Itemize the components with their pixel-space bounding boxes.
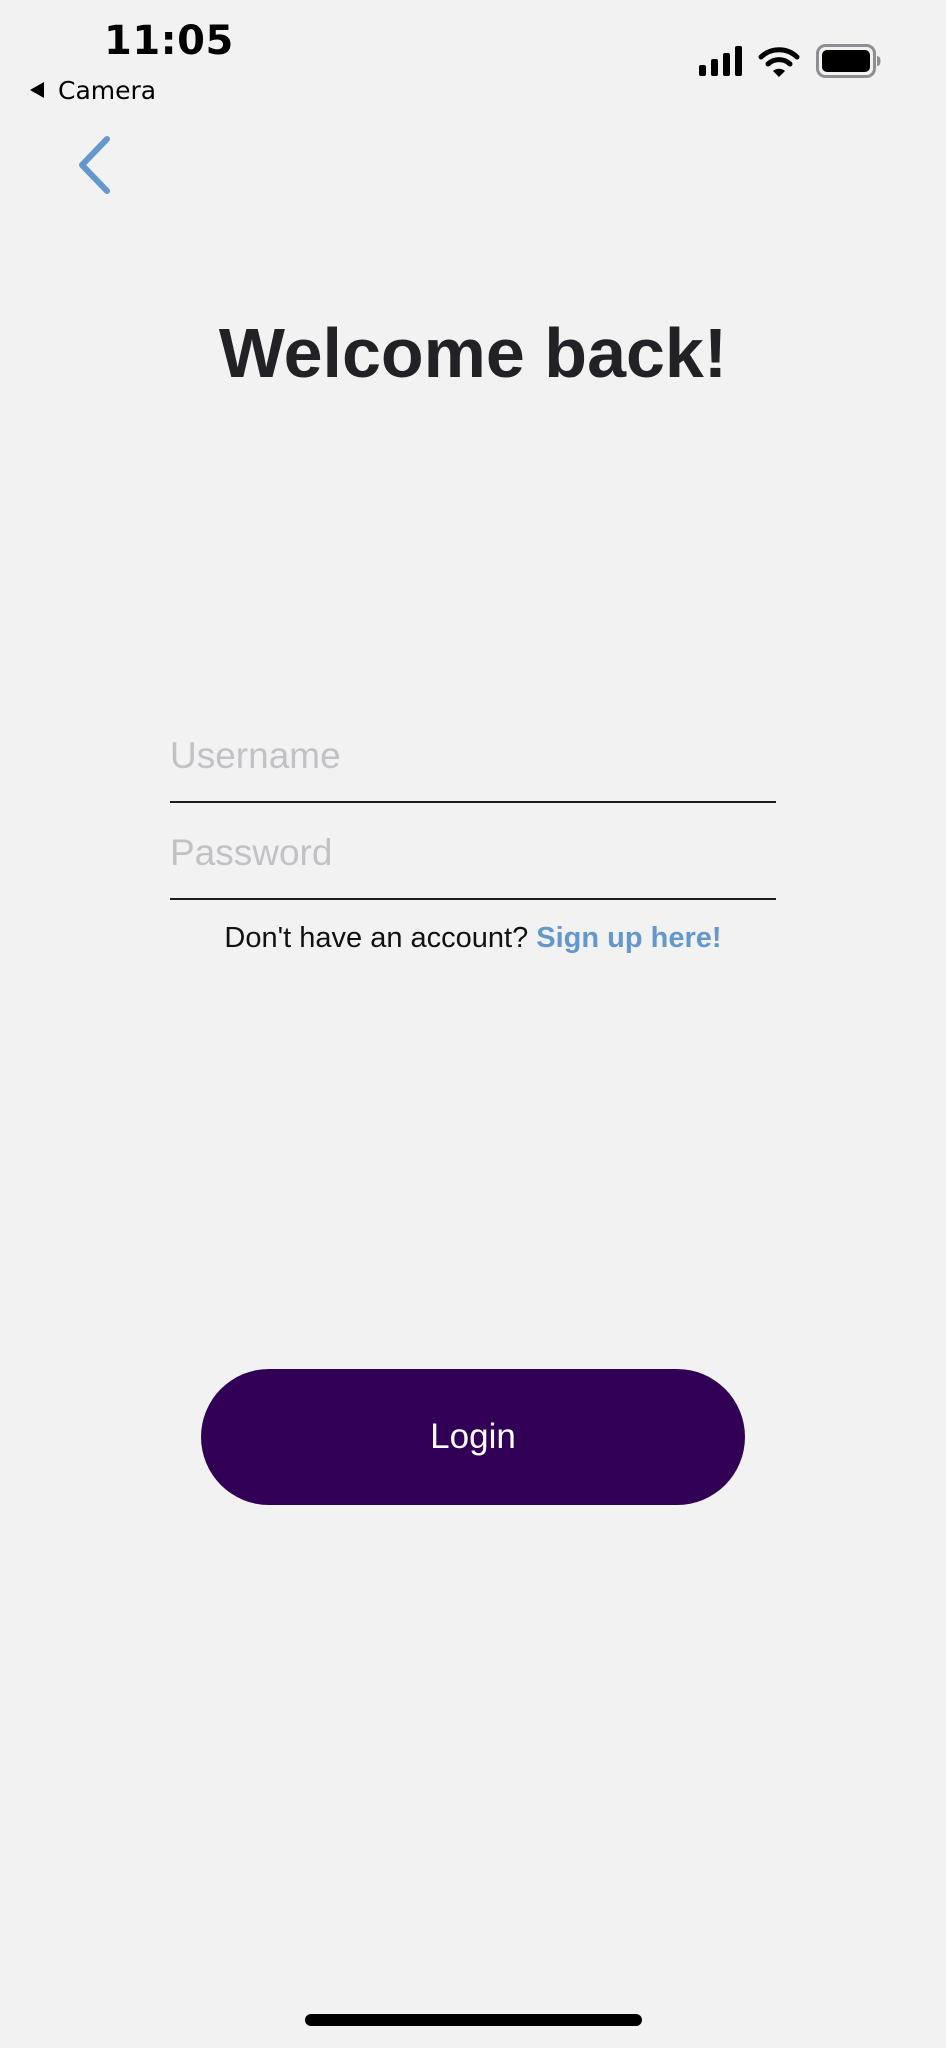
- wifi-icon: [758, 47, 800, 77]
- status-time: 11:05: [104, 18, 234, 64]
- username-field: [170, 725, 776, 803]
- back-to-app-link[interactable]: Camera: [30, 74, 156, 106]
- back-app-label: Camera: [58, 75, 157, 105]
- battery-icon: [816, 44, 881, 78]
- cellular-signal-icon: [699, 46, 742, 76]
- signup-link[interactable]: Sign up here!: [536, 922, 721, 954]
- home-indicator[interactable]: [305, 2014, 642, 2026]
- login-button[interactable]: Login: [201, 1369, 745, 1505]
- chevron-left-icon: [79, 136, 110, 194]
- signup-prompt: Don't have an account? Sign up here!: [0, 922, 946, 955]
- page-title: Welcome back!: [218, 314, 728, 392]
- password-field: [170, 822, 776, 900]
- signup-prompt-text: Don't have an account?: [224, 922, 529, 954]
- password-input[interactable]: [170, 822, 776, 884]
- back-button[interactable]: [68, 130, 120, 200]
- username-input[interactable]: [170, 725, 776, 787]
- back-triangle-icon: [30, 82, 44, 98]
- status-icons: [699, 44, 882, 78]
